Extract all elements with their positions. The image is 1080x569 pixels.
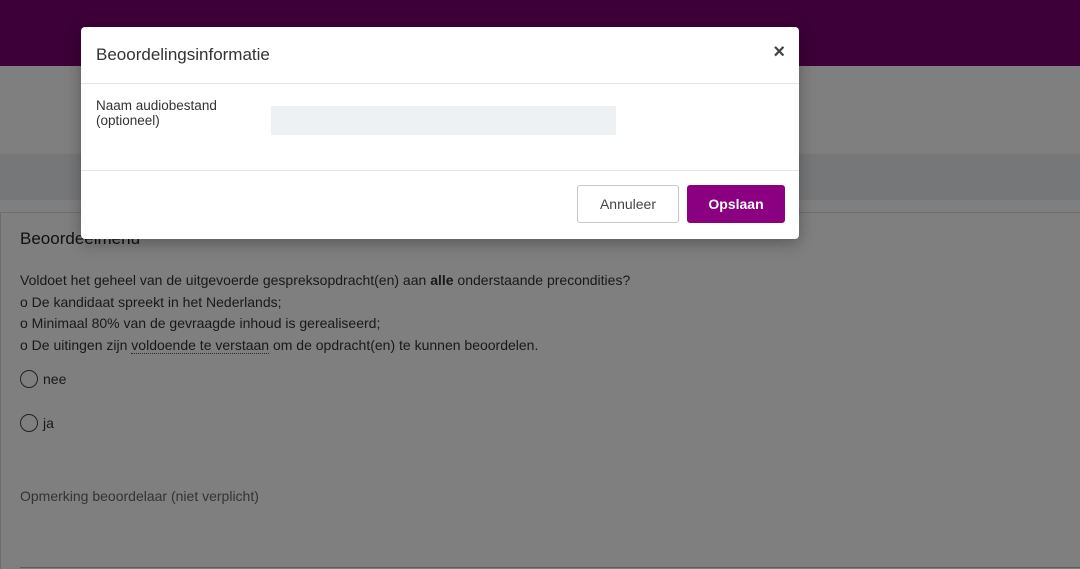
cancel-button[interactable]: Annuleer (577, 185, 679, 223)
dialog-header: Beoordelingsinformatie × (81, 27, 799, 84)
audio-filename-input[interactable] (271, 106, 616, 135)
dialog-title: Beoordelingsinformatie (96, 45, 270, 64)
audio-filename-label: Naam audiobestand (optioneel) (96, 98, 217, 128)
save-button[interactable]: Opslaan (687, 185, 785, 223)
dialog-footer: Annuleer Opslaan (81, 171, 799, 239)
assessment-info-dialog: Beoordelingsinformatie × Naam audiobesta… (81, 27, 799, 239)
close-icon[interactable]: × (773, 41, 785, 63)
dialog-body: Naam audiobestand (optioneel) (81, 84, 799, 171)
